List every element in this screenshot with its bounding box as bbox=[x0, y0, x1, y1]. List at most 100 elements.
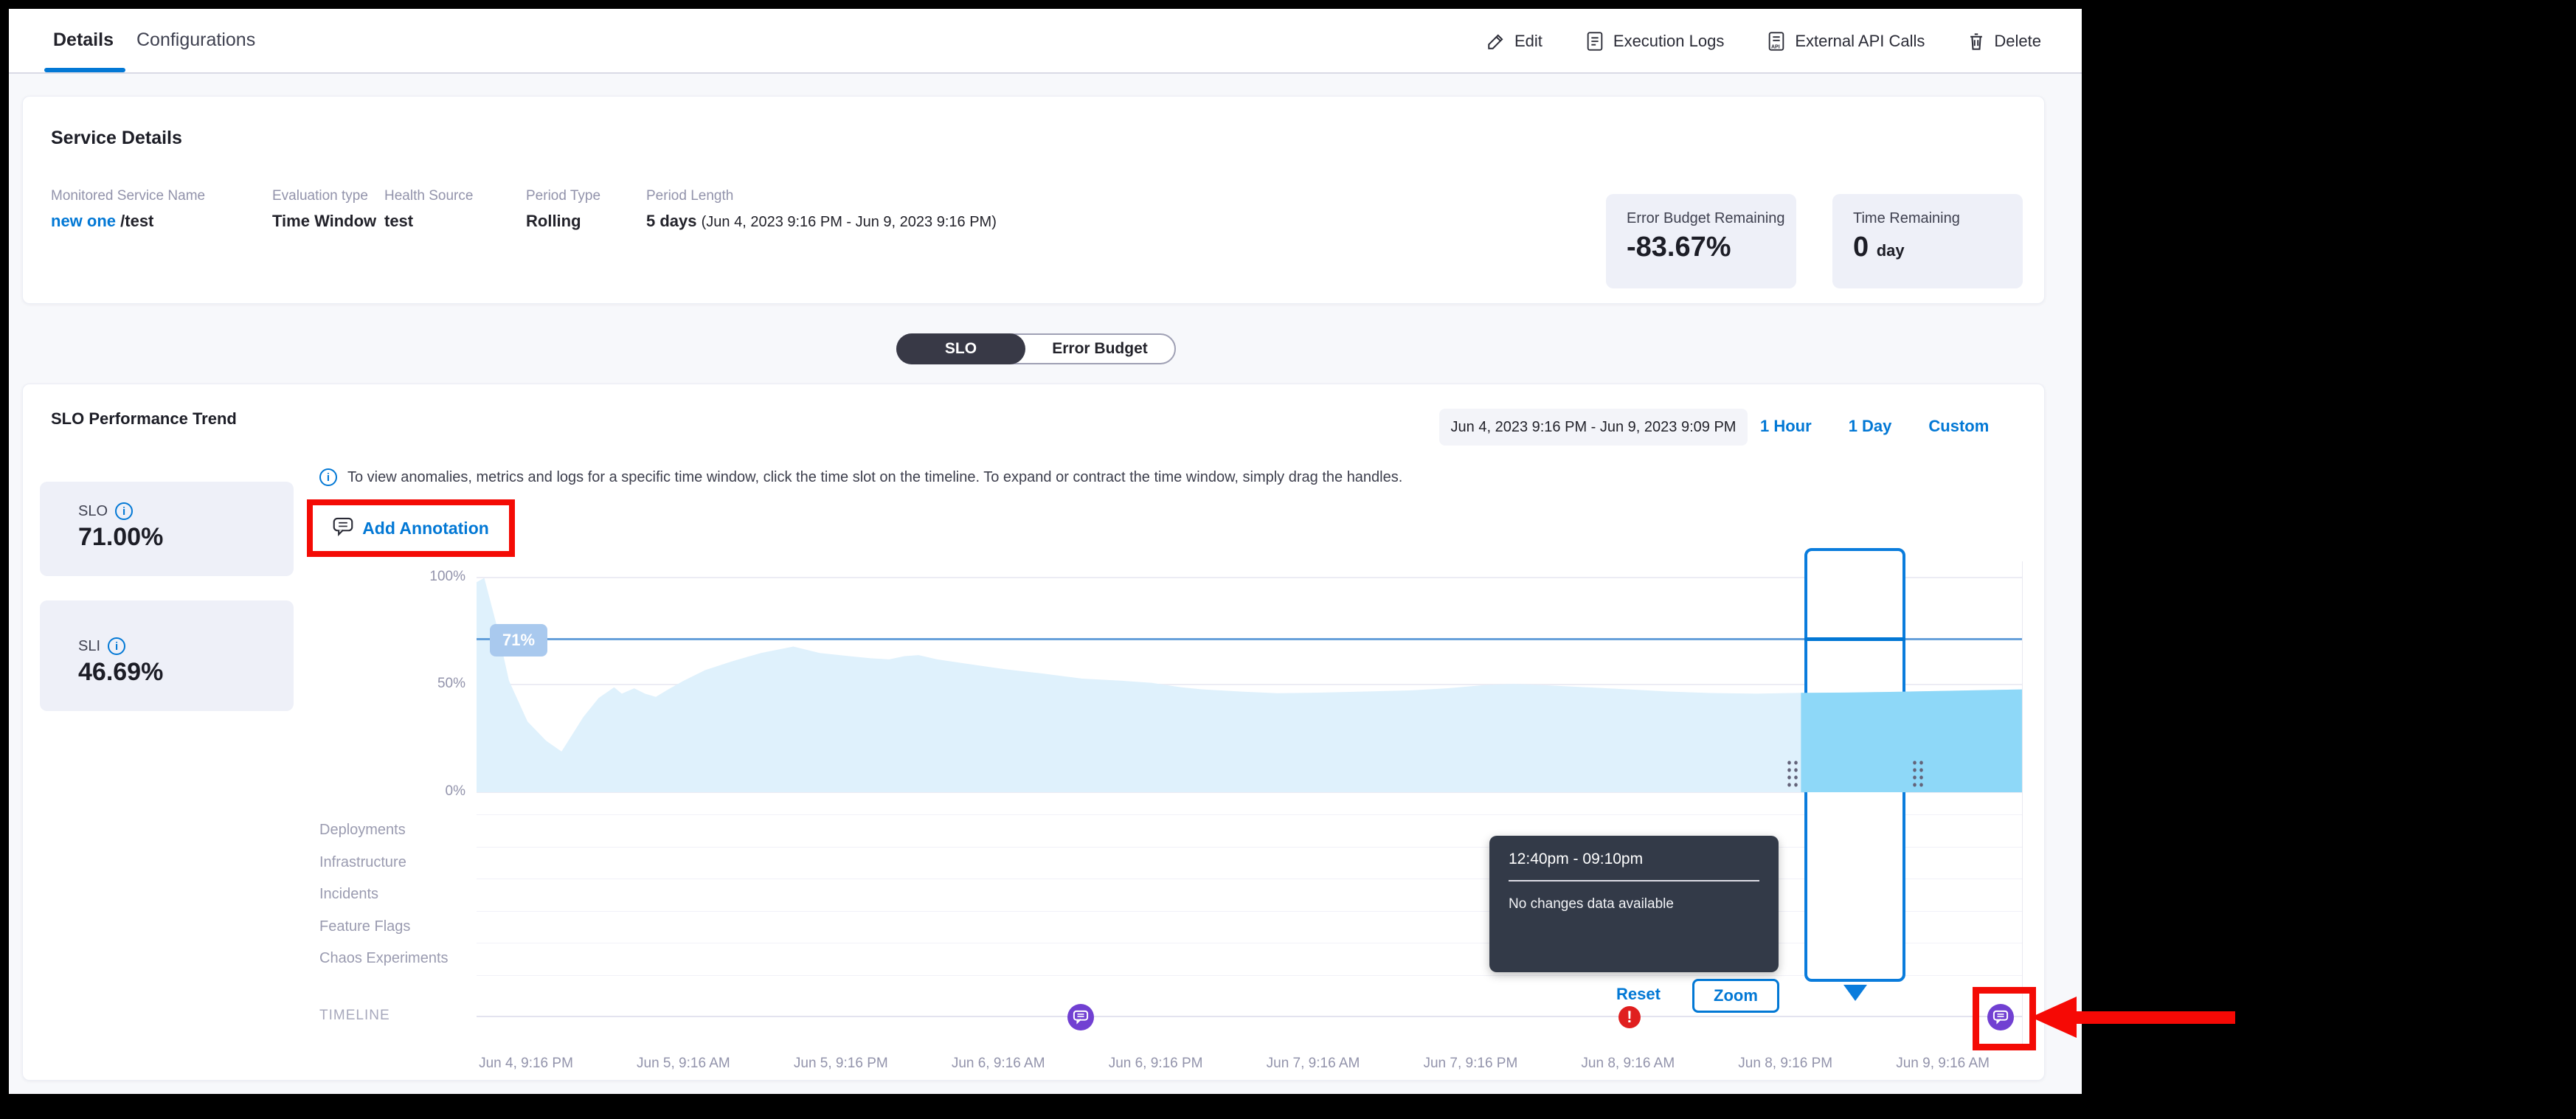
field-detail: (Jun 4, 2023 9:16 PM - Jun 9, 2023 9:16 … bbox=[702, 214, 997, 230]
tab-details[interactable]: Details bbox=[53, 30, 114, 51]
stat-unit: day bbox=[1877, 241, 1905, 260]
kpi-label: SLI bbox=[78, 638, 100, 655]
x-tick-label: Jun 6, 9:16 PM bbox=[1109, 1056, 1203, 1072]
annotation-highlight-box bbox=[1973, 987, 2036, 1050]
x-tick-label: Jun 5, 9:16 PM bbox=[794, 1056, 888, 1072]
time-range-links: 1 Hour 1 Day Custom bbox=[1760, 417, 2033, 436]
delete-button[interactable]: Delete bbox=[1967, 32, 2041, 52]
date-range-chip[interactable]: Jun 4, 2023 9:16 PM - Jun 9, 2023 9:09 P… bbox=[1439, 409, 1748, 446]
selection-left-handle[interactable] bbox=[1786, 759, 1798, 789]
chart-row-label-incidents: Incidents bbox=[319, 886, 378, 903]
comment-bubble-icon bbox=[333, 517, 353, 540]
x-tick-label: Jun 8, 9:16 PM bbox=[1738, 1056, 1832, 1072]
pencil-icon bbox=[1486, 32, 1506, 51]
error-marker-icon[interactable]: ! bbox=[1618, 1006, 1641, 1028]
header-actions: Edit Execution Logs API External API Cal… bbox=[1486, 9, 2041, 74]
service-details-title: Service Details bbox=[51, 128, 182, 149]
slo-target-tag: 71% bbox=[490, 624, 547, 656]
x-tick-label: Jun 4, 9:16 PM bbox=[479, 1056, 573, 1072]
slo-target-line-selected bbox=[1804, 637, 1905, 641]
field-label: Period Length bbox=[646, 188, 997, 204]
slo-performance-trend-card: SLO Performance Trend Jun 4, 2023 9:16 P… bbox=[22, 384, 2045, 1081]
time-range-link-1-hour[interactable]: 1 Hour bbox=[1760, 417, 1812, 436]
y-tick-label: 0% bbox=[414, 783, 465, 800]
x-tick-label: Jun 6, 9:16 AM bbox=[952, 1056, 1045, 1072]
tooltip-time-range: 12:40pm - 09:10pm bbox=[1509, 850, 1759, 868]
kpi-value: 46.69% bbox=[78, 658, 294, 687]
selection-pointer-icon bbox=[1843, 985, 1867, 1001]
x-tick-label: Jun 9, 9:16 AM bbox=[1896, 1056, 1990, 1072]
x-tick-label: Jun 7, 9:16 PM bbox=[1423, 1056, 1517, 1072]
svg-text:API: API bbox=[1771, 44, 1780, 49]
add-annotation-highlight-box: Add Annotation bbox=[307, 499, 515, 557]
callout-arrow-shaft bbox=[2077, 1011, 2235, 1024]
trash-icon bbox=[1967, 32, 1985, 52]
row-separator bbox=[477, 911, 2022, 912]
info-icon[interactable]: i bbox=[108, 637, 125, 655]
stat-value: -83.67% bbox=[1627, 232, 1796, 263]
monitored-service-suffix: /test bbox=[120, 212, 153, 230]
timeline-label: TIMELINE bbox=[319, 1008, 390, 1024]
slo-kpi-card: SLO i 71.00% bbox=[40, 482, 294, 576]
chart-row-label-infrastructure: Infrastructure bbox=[319, 854, 406, 871]
field-label: Monitored Service Name bbox=[51, 188, 205, 204]
stat-value: 0 bbox=[1853, 232, 1869, 263]
row-separator bbox=[477, 975, 2022, 976]
api-document-icon: API bbox=[1767, 31, 1786, 52]
field-period-type: Period Type Rolling bbox=[526, 188, 600, 231]
sli-kpi-card: SLI i 46.69% bbox=[40, 600, 294, 711]
info-icon[interactable]: i bbox=[115, 502, 133, 520]
toggle-slo[interactable]: SLO bbox=[896, 333, 1025, 364]
plot-right-border bbox=[2022, 561, 2023, 1048]
changes-tooltip: 12:40pm - 09:10pm No changes data availa… bbox=[1489, 836, 1779, 972]
info-icon: i bbox=[319, 468, 337, 486]
tooltip-message: No changes data available bbox=[1509, 896, 1759, 912]
field-label: Evaluation type bbox=[272, 188, 376, 204]
field-value: Rolling bbox=[526, 212, 600, 231]
x-tick-label: Jun 7, 9:16 AM bbox=[1267, 1056, 1360, 1072]
external-api-calls-label: External API Calls bbox=[1795, 32, 1925, 51]
active-tab-indicator bbox=[44, 68, 125, 72]
kpi-label: SLO bbox=[78, 503, 108, 520]
info-banner: i To view anomalies, metrics and logs fo… bbox=[319, 468, 1402, 486]
zoom-button[interactable]: Zoom bbox=[1692, 979, 1779, 1013]
tab-configurations[interactable]: Configurations bbox=[136, 30, 255, 51]
slo-target-line bbox=[477, 638, 2022, 640]
y-tick-label: 50% bbox=[414, 676, 465, 692]
error-budget-remaining-card: Error Budget Remaining -83.67% bbox=[1606, 194, 1796, 288]
x-tick-label: Jun 5, 9:16 AM bbox=[637, 1056, 730, 1072]
callout-arrow-icon bbox=[2031, 997, 2077, 1038]
time-window-selection[interactable] bbox=[1804, 548, 1905, 982]
service-details-card: Service Details Monitored Service Name n… bbox=[22, 96, 2045, 304]
timeline-axis bbox=[477, 1016, 2022, 1017]
stat-label: Error Budget Remaining bbox=[1627, 210, 1796, 227]
reset-button[interactable]: Reset bbox=[1616, 985, 1661, 1004]
info-text: To view anomalies, metrics and logs for … bbox=[347, 469, 1402, 486]
toggle-error-budget[interactable]: Error Budget bbox=[1025, 335, 1174, 363]
chart-row-label-chaos-experiments: Chaos Experiments bbox=[319, 950, 449, 967]
edit-label: Edit bbox=[1514, 32, 1543, 51]
execution-logs-button[interactable]: Execution Logs bbox=[1585, 31, 1724, 52]
field-label: Period Type bbox=[526, 188, 600, 204]
field-value: Time Window bbox=[272, 212, 376, 231]
field-value: 5 days bbox=[646, 212, 697, 230]
slo-error-budget-toggle: SLO Error Budget bbox=[896, 333, 1176, 364]
field-period-length: Period Length 5 days (Jun 4, 2023 9:16 P… bbox=[646, 188, 997, 231]
time-range-link-1-day[interactable]: 1 Day bbox=[1849, 417, 1892, 436]
delete-label: Delete bbox=[1994, 32, 2041, 51]
selection-right-handle[interactable] bbox=[1911, 759, 1924, 789]
tooltip-divider bbox=[1509, 880, 1759, 881]
kpi-value: 71.00% bbox=[78, 523, 294, 552]
field-evaluation-type: Evaluation type Time Window bbox=[272, 188, 376, 231]
add-annotation-button[interactable]: Add Annotation bbox=[362, 519, 489, 538]
time-range-link-custom[interactable]: Custom bbox=[1928, 417, 1989, 436]
app-window: Details Configurations Edit Execution Lo… bbox=[9, 9, 2082, 1094]
chart-row-label-deployments: Deployments bbox=[319, 822, 406, 839]
edit-button[interactable]: Edit bbox=[1486, 32, 1543, 51]
external-api-calls-button[interactable]: API External API Calls bbox=[1767, 31, 1925, 52]
monitored-service-link[interactable]: new one bbox=[51, 212, 116, 230]
annotation-marker-icon[interactable] bbox=[1067, 1004, 1094, 1030]
y-tick-label: 100% bbox=[414, 569, 465, 585]
row-separator bbox=[477, 814, 2022, 815]
x-tick-label: Jun 8, 9:16 AM bbox=[1581, 1056, 1675, 1072]
